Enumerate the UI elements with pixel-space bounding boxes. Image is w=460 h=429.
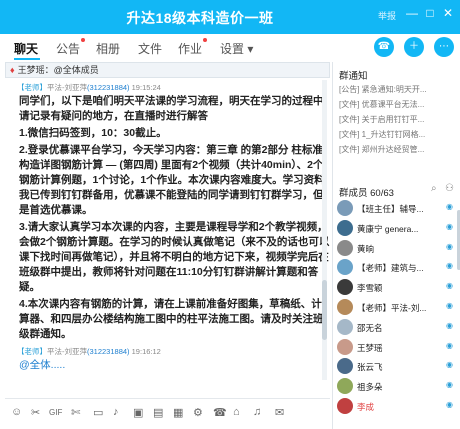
add-app-icon[interactable]: ＋ xyxy=(404,37,424,57)
avatar xyxy=(337,200,353,216)
avatar xyxy=(337,378,353,395)
status-icon: ◉ xyxy=(446,360,453,370)
settings-icon[interactable]: ⚙ xyxy=(193,406,203,419)
member-name: 黄晌 xyxy=(357,243,375,254)
report-link[interactable]: 举报 xyxy=(378,9,396,22)
member-name: 【老师】建筑与... xyxy=(357,263,424,274)
status-icon: ◉ xyxy=(446,380,453,390)
member-name: 李雪颖 xyxy=(357,283,383,294)
member-name: 【班主任】辅导... xyxy=(357,204,424,214)
grid-icon[interactable]: ▦ xyxy=(173,406,183,419)
side-panel: 群通知 [公告] 紧急通知:明天开... [文件] 优慕课平台无法... [文件… xyxy=(332,62,460,429)
audio-icon[interactable]: ♫ xyxy=(253,406,261,418)
tab-bar: 聊天 公告 相册 文件 作业 设置 ▾ ☎ ＋ ⋯ xyxy=(0,34,460,60)
message-header: 【老师】平法-刘亚萍(312231884) 19:15:24 xyxy=(17,83,161,92)
chat-area: 【老师】平法-刘亚萍(312231884) 19:15:24 同学们，以下是咱们… xyxy=(5,80,330,380)
member-item[interactable]: 【老师】平法-刘... ◉ xyxy=(337,299,453,317)
tab-homework[interactable]: 作业 xyxy=(178,38,208,57)
minimize-icon[interactable]: — xyxy=(404,5,420,21)
avatar xyxy=(337,239,353,256)
title-bar: 升达18级本科造价一班 举报 — □ ✕ xyxy=(0,0,460,34)
member-name: 王梦瑶 xyxy=(357,342,383,353)
member-item[interactable]: 【班主任】辅导... ◉ xyxy=(337,200,453,218)
chat-scrollbar[interactable] xyxy=(322,80,327,380)
member-item[interactable]: 李雪颖 ◉ xyxy=(337,279,453,297)
tab-notice[interactable]: 公告 xyxy=(56,38,86,57)
member-name: 【老师】平法-刘... xyxy=(357,303,427,313)
image-icon[interactable]: ▣ xyxy=(133,406,143,419)
tab-album[interactable]: 相册 xyxy=(96,40,120,57)
scissors-icon[interactable]: ✂ xyxy=(31,406,40,419)
status-icon: ◉ xyxy=(446,202,453,211)
phone-icon[interactable]: ☎ xyxy=(374,37,394,57)
notice-item[interactable]: [公告] 紧急通知:明天开... xyxy=(339,84,455,95)
notice-item[interactable]: [文件] 关于启用钉钉平... xyxy=(339,114,455,125)
member-name: 邵无名 xyxy=(357,322,383,333)
member-name: 李成 xyxy=(357,402,375,412)
gif-icon[interactable]: GIF xyxy=(49,408,62,417)
message-body: @全体..... xyxy=(19,359,66,371)
notice-title: 群通知 xyxy=(339,71,368,82)
member-name: 张云飞 xyxy=(357,362,383,373)
status-icon: ◉ xyxy=(446,261,453,271)
notice-item[interactable]: [文件] 郑州升达经贸管... xyxy=(339,144,455,155)
status-icon: ◉ xyxy=(446,301,453,310)
member-item[interactable]: 黄晌 ◉ xyxy=(337,239,453,258)
active-tab-indicator xyxy=(14,58,40,60)
avatar xyxy=(337,318,353,335)
avatar xyxy=(337,299,353,315)
status-icon: ◉ xyxy=(446,281,453,291)
status-icon: ◉ xyxy=(446,241,453,251)
avatar xyxy=(337,259,353,276)
tab-settings[interactable]: 设置 ▾ xyxy=(220,40,253,57)
unread-dot xyxy=(81,38,86,42)
member-item[interactable]: 黄康宁 genera... ◉ xyxy=(337,219,453,238)
window-title: 升达18级本科造价一班 xyxy=(126,10,274,26)
mention-icon: ♦ xyxy=(10,65,15,75)
member-item[interactable]: 李成 ◉ xyxy=(337,398,453,416)
member-item[interactable]: 张云飞 ◉ xyxy=(337,358,453,376)
tab-files[interactable]: 文件 xyxy=(138,40,162,57)
scroll-thumb[interactable] xyxy=(322,280,327,340)
music-icon[interactable]: ♪ xyxy=(113,406,119,418)
status-icon: ◉ xyxy=(446,320,453,330)
notice-item[interactable]: [文件] 1_升达钉钉网格... xyxy=(339,129,455,140)
status-icon: ◉ xyxy=(446,340,453,350)
member-item[interactable]: 【老师】建筑与... ◉ xyxy=(337,259,453,277)
input-toolbar: ☺ ✂ GIF ✄ ▭ ♪ ▣ ▤ ▦ ⚙ ☎ ⌂ ♫ ✉ xyxy=(5,398,330,426)
status-icon: ◉ xyxy=(446,400,453,409)
call-icon[interactable]: ☎ xyxy=(213,406,227,419)
mail-icon[interactable]: ✉ xyxy=(275,406,284,419)
member-name: 祖多朵 xyxy=(357,382,383,393)
emoji-icon[interactable]: ☺ xyxy=(11,406,22,418)
notice-item[interactable]: [文件] 优慕课平台无法... xyxy=(339,99,455,110)
file-icon[interactable]: ▤ xyxy=(153,406,163,419)
home-icon[interactable]: ⌂ xyxy=(233,406,240,418)
screenshot-icon[interactable]: ✄ xyxy=(71,406,80,419)
message-header: 【老师】平法-刘亚萍(312231884) 19:16:12 xyxy=(17,347,161,356)
tab-chat[interactable]: 聊天 xyxy=(14,40,38,57)
unread-dot xyxy=(203,38,208,42)
avatar xyxy=(337,338,353,355)
maximize-icon[interactable]: □ xyxy=(422,5,438,21)
member-name: 黄康宁 genera... xyxy=(357,223,419,234)
member-item[interactable]: 王梦瑶 ◉ xyxy=(337,338,453,357)
avatar xyxy=(337,279,353,296)
status-icon: ◉ xyxy=(446,221,453,231)
avatar xyxy=(337,398,353,414)
avatar xyxy=(337,219,353,236)
add-member-icon[interactable]: ⚇ xyxy=(445,183,454,194)
search-icon[interactable]: ⌕ xyxy=(431,183,437,194)
member-item[interactable]: 邵无名 ◉ xyxy=(337,318,453,337)
more-icon[interactable]: ⋯ xyxy=(434,37,454,57)
members-title: 群成员 60/63 xyxy=(339,188,394,199)
at-mention-banner[interactable]: ♦ 王梦瑶：@全体成员 xyxy=(5,62,330,78)
folder-icon[interactable]: ▭ xyxy=(93,406,103,419)
member-item[interactable]: 祖多朵 ◉ xyxy=(337,378,453,396)
message-body: 同学们，以下是咱们明天平法课的学习流程，明天在学习的过程中请记录有疑问的地方，在… xyxy=(19,95,330,340)
close-icon[interactable]: ✕ xyxy=(440,5,456,21)
avatar xyxy=(337,358,353,375)
